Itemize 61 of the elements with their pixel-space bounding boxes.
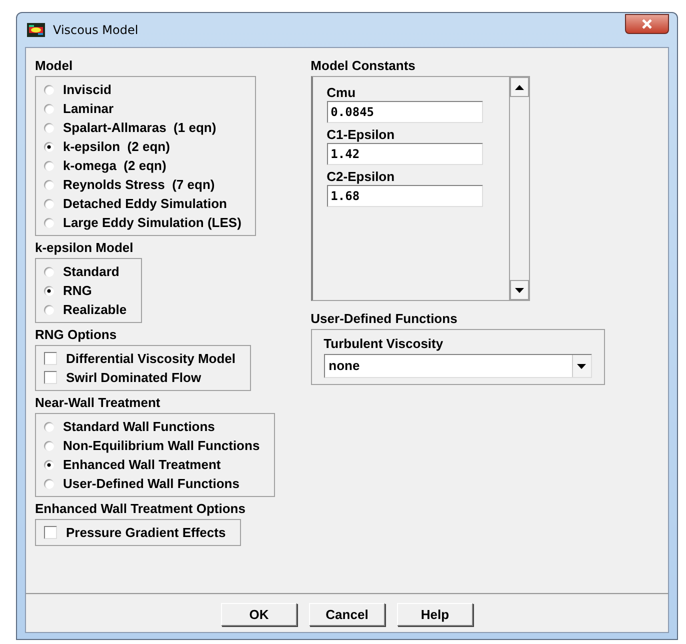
radio-label: Reynolds Stress (7 eqn) (63, 177, 215, 192)
radio-label: User-Defined Wall Functions (63, 476, 240, 491)
field-label: C1-Epsilon (326, 127, 396, 143)
radio-button[interactable] (44, 440, 54, 450)
group-heading: Near-Wall Treatment (35, 395, 160, 411)
radio-button[interactable] (44, 286, 54, 296)
dropdown[interactable]: none (324, 354, 592, 378)
group-heading: User-Defined Functions (310, 311, 458, 327)
scroll-down-icon[interactable] (510, 280, 529, 300)
radio-button[interactable] (44, 460, 54, 470)
dialog-button[interactable]: Cancel (309, 603, 385, 626)
radio-button[interactable] (44, 218, 54, 228)
radio-button[interactable] (44, 84, 54, 94)
group-heading: k-epsilon Model (35, 240, 134, 256)
checkbox-label: Differential Viscosity Model (66, 351, 236, 366)
field-label: Cmu (326, 85, 357, 101)
radio-button[interactable] (44, 142, 54, 152)
radio-button[interactable] (44, 160, 54, 170)
field-label: Turbulent Viscosity (324, 336, 444, 352)
close-button[interactable] (625, 14, 669, 34)
close-icon[interactable] (641, 19, 653, 29)
radio-label: Realizable (63, 302, 127, 317)
input-field[interactable]: 1.68 (326, 185, 483, 207)
scrollbar[interactable] (508, 76, 530, 301)
checkbox-label: Swirl Dominated Flow (66, 370, 202, 385)
input-field[interactable]: 1.42 (326, 143, 483, 165)
dialog-button[interactable]: Help (397, 603, 473, 626)
window-title: Viscous Model (53, 23, 140, 37)
radio-button[interactable] (44, 478, 54, 488)
radio-button[interactable] (44, 422, 54, 432)
radio-label: Non-Equilibrium Wall Functions (63, 438, 260, 453)
checkbox-label: Pressure Gradient Effects (66, 525, 226, 540)
radio-button[interactable] (44, 304, 54, 314)
field-label: C2-Epsilon (326, 169, 396, 185)
radio-button[interactable] (44, 198, 54, 208)
radio-label: Detached Eddy Simulation (63, 196, 227, 211)
radio-label: Inviscid (63, 82, 112, 97)
group-heading: Enhanced Wall Treatment Options (35, 501, 246, 517)
checkbox[interactable] (44, 526, 57, 539)
checkbox[interactable] (44, 352, 57, 365)
app-icon (27, 23, 45, 37)
radio-button[interactable] (44, 122, 54, 132)
dialog-button[interactable]: OK (221, 603, 297, 626)
radio-label: Large Eddy Simulation (LES) (63, 215, 242, 230)
radio-label: k-omega (2 eqn) (63, 158, 166, 173)
radio-label: Laminar (63, 101, 114, 116)
radio-label: Enhanced Wall Treatment (63, 457, 221, 472)
radio-label: RNG (63, 283, 92, 298)
scroll-up-icon[interactable] (510, 77, 529, 97)
radio-label: Standard (63, 264, 120, 279)
radio-button[interactable] (44, 266, 54, 276)
checkbox[interactable] (44, 371, 57, 384)
radio-button[interactable] (44, 180, 54, 190)
radio-label: k-epsilon (2 eqn) (63, 139, 170, 154)
group-heading: RNG Options (35, 327, 117, 343)
radio-button[interactable] (44, 104, 54, 114)
group-heading: Model (35, 58, 73, 74)
radio-label: Spalart-Allmaras (1 eqn) (63, 120, 216, 135)
radio-label: Standard Wall Functions (63, 419, 215, 434)
group-heading: Model Constants (310, 58, 416, 74)
input-field[interactable]: 0.0845 (326, 101, 483, 123)
